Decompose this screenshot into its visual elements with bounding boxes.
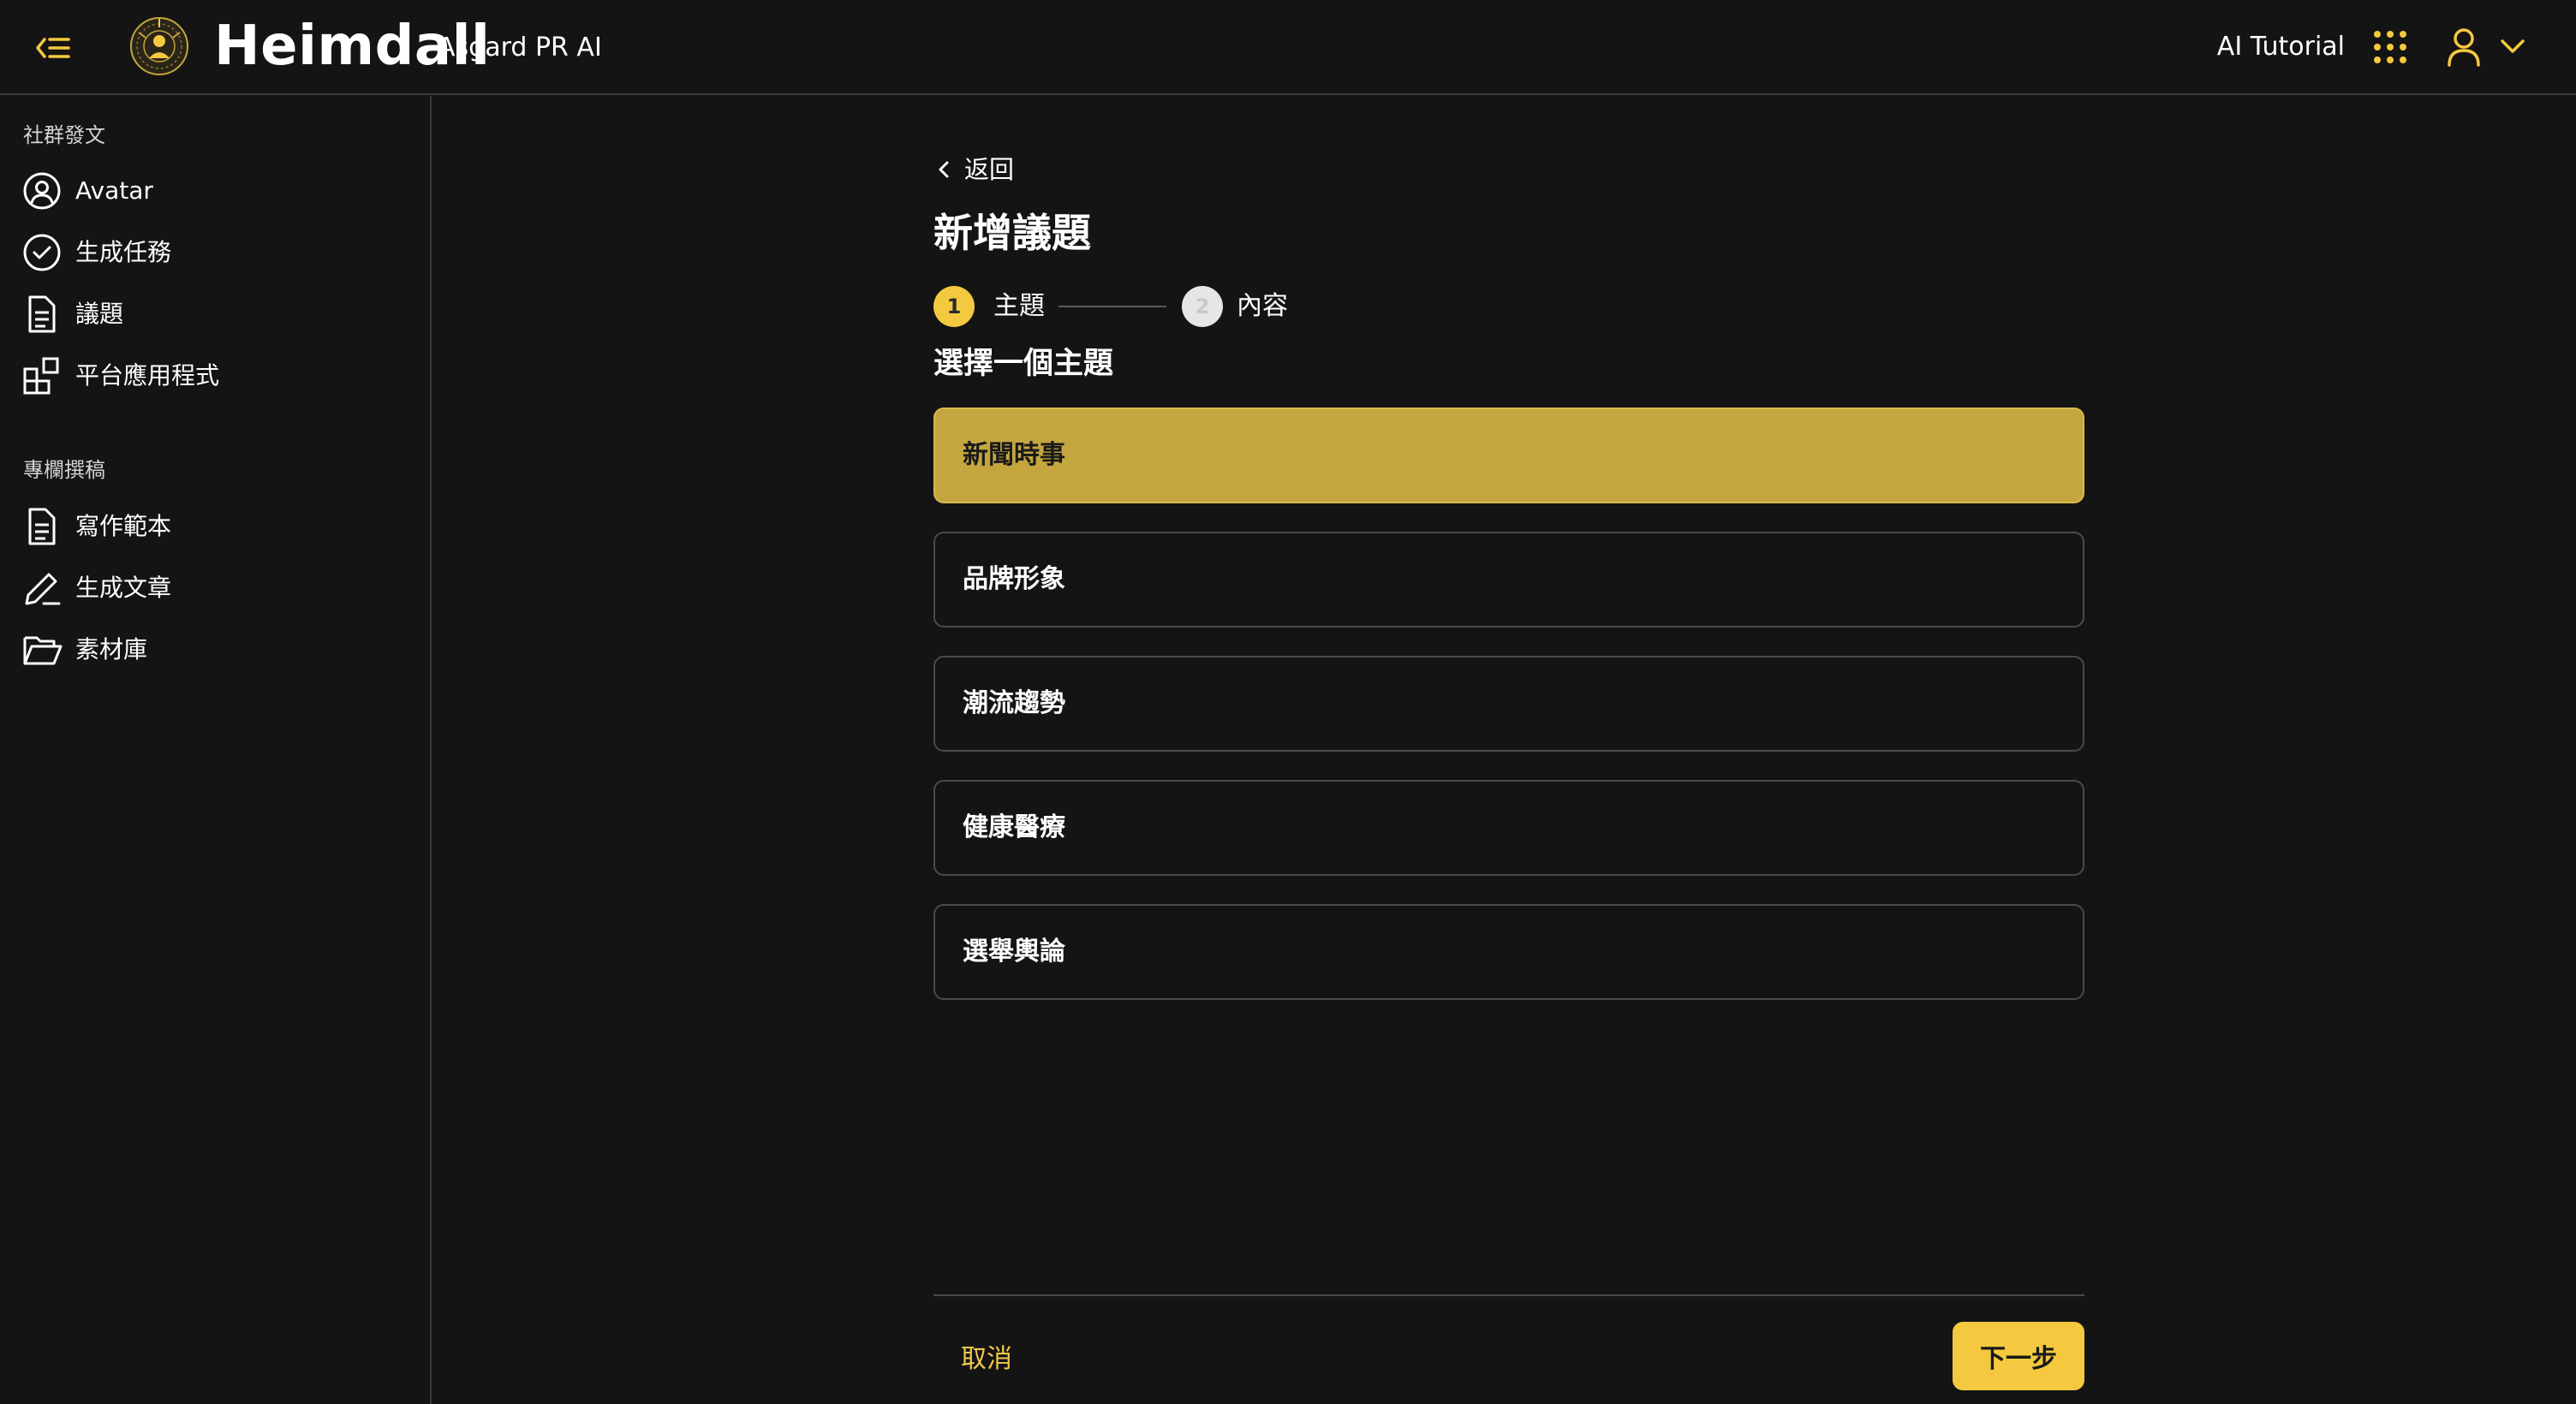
apps-grid-icon[interactable] bbox=[2372, 29, 2408, 65]
sidebar-item-label: 生成任務 bbox=[75, 238, 172, 266]
sidebar-item-topics[interactable]: 議題 bbox=[21, 288, 414, 341]
app-subtitle: Asgard PR AI bbox=[438, 33, 602, 62]
sidebar-item-label: 議題 bbox=[75, 300, 124, 328]
sidebar-section-social: 社群發文 bbox=[23, 123, 105, 147]
sidebar-section-column: 專欄撰稿 bbox=[23, 458, 105, 482]
sidebar-item-label: Avatar bbox=[75, 176, 153, 205]
stepper: 1 主題 2 內容 bbox=[933, 284, 1327, 329]
section-heading: 選擇一個主題 bbox=[933, 347, 1114, 381]
main-content: 返回 新增議題 1 主題 2 內容 選擇一個主題 新聞時事 品牌形象 潮流趨勢 … bbox=[433, 96, 2576, 1404]
back-label: 返回 bbox=[964, 155, 1015, 184]
sidebar-item-label: 素材庫 bbox=[75, 635, 148, 663]
topic-option-election[interactable]: 選舉輿論 bbox=[933, 904, 2084, 1000]
check-circle-icon bbox=[21, 231, 63, 274]
sidebar-item-asset-library[interactable]: 素材庫 bbox=[21, 623, 414, 676]
sidebar-item-generate-articles[interactable]: 生成文章 bbox=[21, 562, 414, 615]
chevron-down-icon bbox=[2501, 39, 2525, 53]
step-1-label: 主題 bbox=[993, 291, 1045, 321]
footer-divider bbox=[933, 1294, 2084, 1296]
step-1-number: 1 bbox=[933, 286, 975, 327]
topic-option-news[interactable]: 新聞時事 bbox=[933, 408, 2084, 503]
sidebar-item-platform-apps[interactable]: 平台應用程式 bbox=[21, 349, 414, 402]
sidebar-item-generate-tasks[interactable]: 生成任務 bbox=[21, 226, 414, 279]
sidebar-collapse-button[interactable] bbox=[31, 26, 75, 70]
topic-option-health[interactable]: 健康醫療 bbox=[933, 780, 2084, 876]
user-menu-button[interactable] bbox=[2441, 24, 2528, 70]
sidebar-item-label: 平台應用程式 bbox=[75, 361, 220, 390]
sidebar-item-label: 生成文章 bbox=[75, 574, 172, 602]
step-connector bbox=[1058, 306, 1166, 307]
user-icon bbox=[2448, 28, 2480, 67]
step-2-number: 2 bbox=[1182, 286, 1223, 327]
collapse-menu-icon bbox=[36, 38, 70, 58]
topic-option-trends[interactable]: 潮流趨勢 bbox=[933, 656, 2084, 752]
document-icon bbox=[21, 293, 63, 336]
topic-label: 潮流趨勢 bbox=[963, 688, 1065, 718]
apps-blocks-icon bbox=[21, 354, 63, 397]
document-icon bbox=[21, 505, 63, 548]
topic-label: 選舉輿論 bbox=[963, 937, 1065, 967]
top-header: Heimdall Asgard PR AI AI Tutorial bbox=[0, 0, 2576, 95]
sidebar-item-writing-templates[interactable]: 寫作範本 bbox=[21, 500, 414, 553]
cancel-button[interactable]: 取消 bbox=[933, 1322, 1040, 1390]
heimdall-logo-icon bbox=[130, 17, 188, 75]
pencil-icon bbox=[21, 567, 63, 610]
back-button[interactable]: 返回 bbox=[935, 151, 1014, 188]
topic-label: 健康醫療 bbox=[963, 812, 1065, 842]
topic-label: 品牌形象 bbox=[963, 564, 1065, 594]
step-2-label: 內容 bbox=[1237, 291, 1288, 321]
sidebar-item-label: 寫作範本 bbox=[75, 512, 172, 540]
sidebar-item-avatar[interactable]: Avatar bbox=[21, 164, 414, 217]
next-step-button[interactable]: 下一步 bbox=[1953, 1322, 2084, 1390]
folder-open-icon bbox=[21, 628, 63, 671]
sidebar: 社群發文 Avatar 生成任務 議題 平台應用程式 專欄撰稿 寫作範本 生成文… bbox=[0, 96, 432, 1404]
topic-option-brand[interactable]: 品牌形象 bbox=[933, 532, 2084, 628]
user-circle-icon bbox=[21, 170, 63, 212]
chevron-left-icon bbox=[939, 161, 949, 178]
page-title: 新增議題 bbox=[933, 210, 1091, 256]
topic-label: 新聞時事 bbox=[963, 440, 1065, 470]
ai-tutorial-link[interactable]: AI Tutorial bbox=[2217, 28, 2345, 66]
